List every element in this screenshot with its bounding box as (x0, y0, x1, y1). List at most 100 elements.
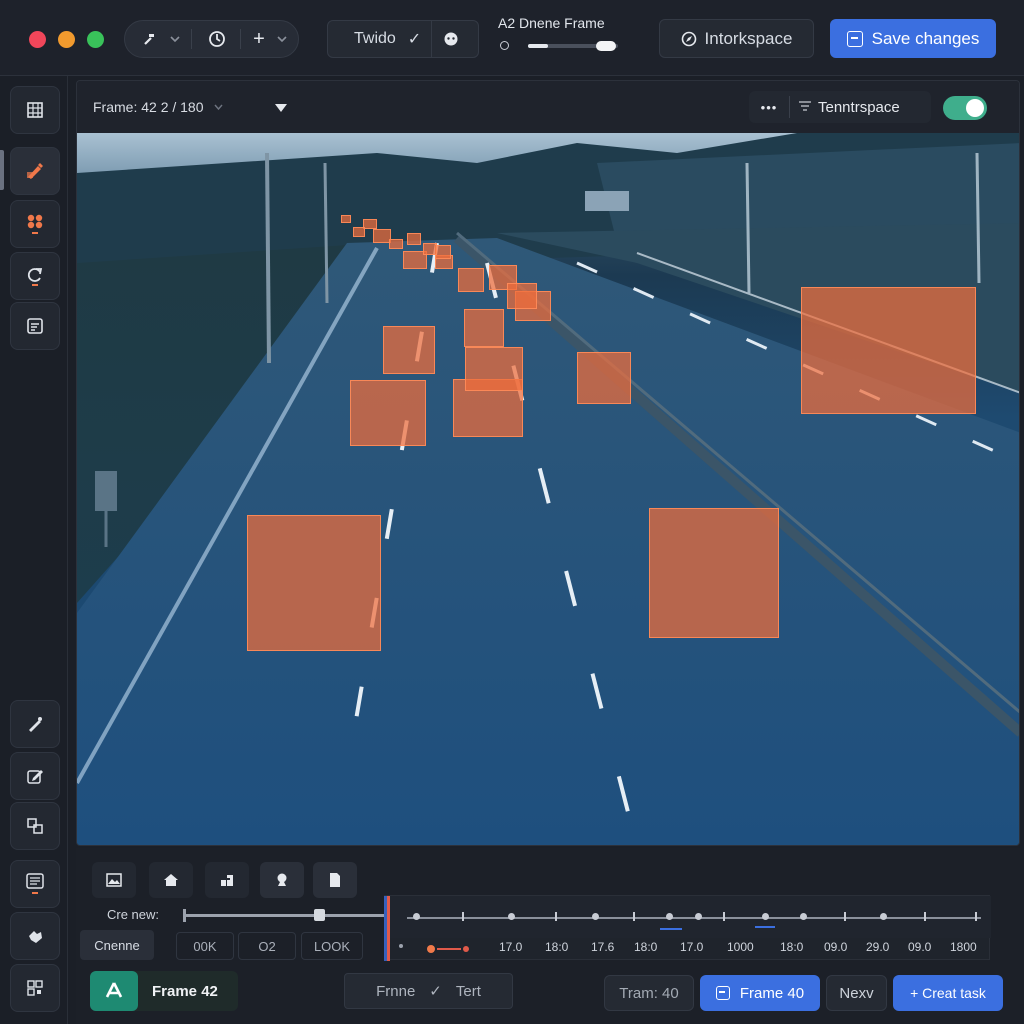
refresh-tool-button[interactable] (10, 252, 60, 300)
save-changes-button[interactable]: Save changes (830, 19, 996, 58)
layout-tool-button[interactable] (205, 862, 249, 898)
edit-tool-button[interactable] (10, 752, 60, 800)
keyframe[interactable] (413, 913, 420, 920)
hammer-icon[interactable] (133, 21, 167, 57)
compass-icon[interactable] (200, 21, 234, 57)
create-task-button[interactable]: + Creat task (893, 975, 1003, 1011)
car-bbox[interactable] (389, 239, 403, 249)
nodes-tool-button[interactable] (10, 200, 60, 248)
field-1[interactable]: 00K (176, 932, 234, 960)
list-tool-button[interactable] (10, 860, 60, 908)
car-bbox[interactable] (247, 515, 381, 651)
tool-mode-box[interactable]: Twido ✓ (327, 20, 479, 58)
keyframe[interactable] (880, 913, 887, 920)
slider-knob[interactable] (596, 41, 616, 51)
transform-tool-button[interactable] (10, 802, 60, 850)
workspace-selector[interactable]: ••• Tenntrspace (749, 91, 931, 123)
document-tool-button[interactable] (10, 302, 60, 350)
file-icon (330, 873, 340, 887)
car-bbox[interactable] (353, 227, 365, 237)
chevron-down-icon[interactable] (271, 21, 293, 57)
car-bbox[interactable] (435, 245, 451, 259)
workspace-button[interactable]: Intorkspace (659, 19, 814, 58)
pin-icon (277, 873, 287, 886)
save-changes-label: Save changes (871, 28, 980, 48)
car-bbox[interactable] (341, 215, 351, 223)
car-bbox[interactable] (363, 219, 377, 229)
next-button[interactable]: Nexv (826, 975, 887, 1011)
frame-button[interactable]: Frame 40 (700, 975, 820, 1011)
rename-button[interactable]: Cnenne (80, 930, 154, 960)
keyframe[interactable] (762, 913, 769, 920)
highway-scene (77, 133, 1019, 845)
slider-start (183, 909, 186, 922)
hand-tool-button[interactable] (10, 912, 60, 960)
overlay-toggle[interactable] (943, 96, 987, 120)
truck-bbox[interactable] (801, 287, 976, 414)
frame-selector[interactable]: Frame: 42 2 / 180 (93, 93, 259, 121)
gamepad-icon[interactable] (432, 20, 470, 58)
time-label: 17.0 (499, 940, 523, 954)
car-bbox[interactable] (350, 380, 426, 446)
check-icon[interactable]: ✓ (408, 29, 421, 49)
keyframe[interactable] (695, 913, 702, 920)
tram-field[interactable]: Tram: 40 (604, 975, 694, 1011)
check-icon: ✓ (429, 983, 442, 1000)
home-tool-button[interactable] (149, 862, 193, 898)
car-bbox[interactable] (649, 508, 779, 638)
car-bbox[interactable] (458, 268, 484, 292)
time-label: 17.6 (591, 940, 615, 954)
frame-text-switch[interactable]: Frnne ✓ Tert (344, 973, 513, 1009)
layout-icon (221, 875, 233, 886)
keyframe[interactable] (800, 913, 807, 920)
app-logo-icon (90, 971, 138, 1011)
file-tool-button[interactable] (313, 862, 357, 898)
keyframe[interactable] (592, 913, 599, 920)
car-bbox[interactable] (465, 347, 523, 391)
radio-icon[interactable] (500, 41, 509, 50)
brush-tool-button[interactable] (10, 147, 60, 195)
filter-icon (798, 98, 812, 116)
text-option[interactable]: Tert (456, 983, 481, 1000)
keyframe[interactable] (666, 913, 673, 920)
car-bbox[interactable] (423, 243, 437, 255)
save-icon (846, 30, 863, 47)
chevron-down-icon[interactable] (167, 21, 183, 57)
pen-tool-button[interactable] (10, 700, 60, 748)
pen-icon (29, 717, 42, 732)
create-slider[interactable] (183, 909, 385, 922)
app-badge[interactable]: Frame 42 (90, 971, 238, 1011)
time-label: 18:0 (780, 940, 804, 954)
time-label: 17.0 (680, 940, 704, 954)
list-icon (26, 873, 44, 894)
car-bbox[interactable] (407, 233, 421, 245)
range-marker[interactable] (415, 940, 485, 958)
playhead[interactable] (387, 896, 390, 961)
save-icon (715, 986, 730, 1000)
caret-down-icon[interactable] (275, 101, 287, 119)
marker-tool-button[interactable] (260, 862, 304, 898)
grid-tool-button[interactable] (10, 86, 60, 134)
car-bbox[interactable] (383, 326, 435, 374)
time-label: 1800 (950, 940, 977, 954)
refresh-icon (27, 268, 43, 286)
field-2[interactable]: O2 (238, 932, 296, 960)
image-tool-button[interactable] (92, 862, 136, 898)
selected-marker (755, 926, 775, 928)
car-bbox[interactable] (507, 283, 537, 309)
more-icon[interactable]: ••• (749, 100, 789, 115)
close-window-button[interactable] (29, 31, 46, 48)
tick (462, 912, 464, 921)
field-3[interactable]: LOOK (301, 932, 363, 960)
keyframe[interactable] (508, 913, 515, 920)
video-frame-image[interactable] (77, 133, 1019, 845)
car-bbox[interactable] (577, 352, 631, 404)
maximize-window-button[interactable] (87, 31, 104, 48)
car-bbox[interactable] (464, 309, 504, 347)
slider-knob[interactable] (314, 909, 325, 921)
add-icon[interactable]: + (247, 21, 271, 57)
frame-option[interactable]: Frnne (376, 983, 415, 1000)
minimize-window-button[interactable] (58, 31, 75, 48)
qr-tool-button[interactable] (10, 964, 60, 1012)
frame-slider[interactable] (528, 41, 618, 51)
